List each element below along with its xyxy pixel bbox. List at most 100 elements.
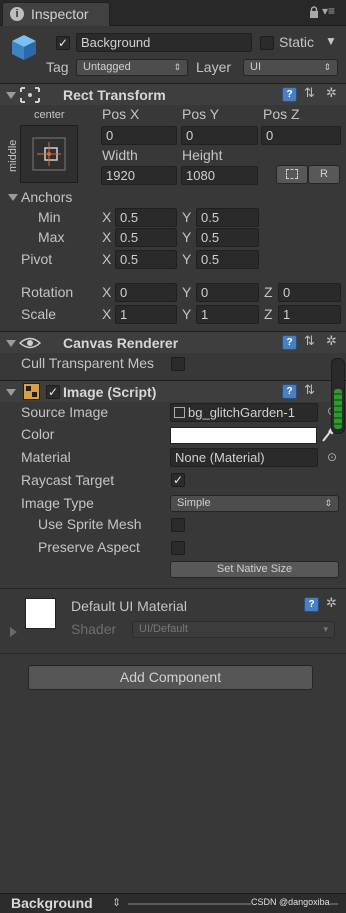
presets-icon[interactable]: ⇅ <box>304 333 315 349</box>
scale-z-input[interactable]: 1 <box>278 305 341 324</box>
object-picker-icon[interactable]: ⊙ <box>327 450 337 464</box>
active-checkbox[interactable]: ✓ <box>56 36 70 50</box>
help-icon[interactable]: ? <box>282 384 297 399</box>
lock-icon[interactable] <box>309 6 319 18</box>
image-script-title: Image (Script) <box>63 384 157 400</box>
pos-y-label: Pos Y <box>182 106 220 122</box>
image-script-header[interactable]: ✓ Image (Script) ? ⇅ <box>0 380 346 402</box>
x-label: X <box>102 209 112 225</box>
static-dropdown-icon[interactable]: ▼ <box>325 34 337 48</box>
material-field[interactable]: None (Material) <box>170 448 318 467</box>
rotation-y-input[interactable]: 0 <box>196 283 259 302</box>
gear-icon[interactable]: ✲ <box>326 595 337 611</box>
anchor-presets-button[interactable] <box>20 125 78 183</box>
foldout-arrow-icon[interactable] <box>6 92 16 99</box>
width-label: Width <box>102 147 138 163</box>
width-input[interactable]: 1920 <box>101 166 177 185</box>
pivot-label: Pivot <box>21 251 53 267</box>
pos-z-label: Pos Z <box>263 106 300 122</box>
pos-y-input[interactable]: 0 <box>181 126 258 145</box>
y-label: Y <box>182 229 192 245</box>
rect-transform-title: Rect Transform <box>63 87 166 103</box>
pivot-y-input[interactable]: 0.5 <box>196 250 259 269</box>
set-native-size-button[interactable]: Set Native Size <box>170 561 339 578</box>
use-sprite-mesh-label: Use Sprite Mesh <box>38 516 142 532</box>
layer-value: UI <box>250 61 261 73</box>
raycast-target-checkbox[interactable]: ✓ <box>171 473 185 487</box>
anchor-max-x-input[interactable]: 0.5 <box>115 228 177 247</box>
rotation-x-input[interactable]: 0 <box>115 283 177 302</box>
selection-label[interactable]: Background <box>11 895 93 911</box>
gear-icon[interactable]: ✲ <box>326 333 337 349</box>
shader-dropdown[interactable]: UI/Default ▾ <box>132 621 335 638</box>
material-foldout-icon[interactable] <box>10 627 17 637</box>
presets-icon[interactable]: ⇅ <box>304 85 315 101</box>
tab-menu-icon[interactable]: ▾≡ <box>322 4 335 18</box>
raw-edit-button[interactable]: R <box>308 165 340 184</box>
max-label: Max <box>38 229 65 245</box>
pos-z-input[interactable]: 0 <box>261 126 341 145</box>
pivot-x-input[interactable]: 0.5 <box>115 250 177 269</box>
help-icon[interactable]: ? <box>282 87 297 102</box>
source-image-value: bg_glitchGarden-1 <box>188 405 295 420</box>
canvas-renderer-header[interactable]: Canvas Renderer ? ⇅ ✲ <box>0 331 346 353</box>
shader-value: UI/Default <box>139 623 188 635</box>
anchor-max-y-input[interactable]: 0.5 <box>196 228 259 247</box>
foldout-arrow-icon[interactable] <box>6 340 16 347</box>
color-swatch[interactable] <box>170 427 317 444</box>
anchors-foldout-icon[interactable] <box>8 194 18 201</box>
scale-x-input[interactable]: 1 <box>115 305 177 324</box>
dropdown-arrow-icon: ▾ <box>323 624 328 634</box>
updown-icon: ⇕ <box>324 498 332 508</box>
material-label: Material <box>21 449 71 465</box>
z-label: Z <box>264 284 273 300</box>
foldout-arrow-icon[interactable] <box>6 389 16 396</box>
tag-dropdown[interactable]: Untagged ⇕ <box>76 59 188 76</box>
preserve-aspect-label: Preserve Aspect <box>38 539 140 555</box>
anchor-min-x-input[interactable]: 0.5 <box>115 208 177 227</box>
scrollbar[interactable] <box>331 358 345 434</box>
image-type-dropdown[interactable]: Simple ⇕ <box>170 495 339 512</box>
y-label: Y <box>182 306 192 322</box>
tab-title: Inspector <box>31 6 89 22</box>
image-type-label: Image Type <box>21 495 94 511</box>
anchor-min-y-input[interactable]: 0.5 <box>196 208 259 227</box>
height-input[interactable]: 1080 <box>181 166 258 185</box>
tag-label: Tag <box>46 59 69 75</box>
scale-y-input[interactable]: 1 <box>196 305 259 324</box>
watermark: CSDN @dangoxiba <box>251 897 330 907</box>
tag-value: Untagged <box>83 61 131 73</box>
tab-inspector[interactable]: i Inspector <box>2 2 110 26</box>
add-component-button[interactable]: Add Component <box>28 665 313 690</box>
separator <box>0 588 346 589</box>
min-label: Min <box>38 209 61 225</box>
help-icon[interactable]: ? <box>282 335 297 350</box>
pos-x-input[interactable]: 0 <box>101 126 177 145</box>
help-icon[interactable]: ? <box>304 597 319 612</box>
image-enabled-checkbox[interactable]: ✓ <box>46 385 60 399</box>
source-image-field[interactable]: bg_glitchGarden-1 <box>170 403 318 422</box>
use-sprite-mesh-checkbox[interactable] <box>171 518 185 532</box>
x-label: X <box>102 306 112 322</box>
x-label: X <box>102 251 112 267</box>
image-type-value: Simple <box>177 497 211 509</box>
x-label: X <box>102 284 112 300</box>
rect-transform-header[interactable]: Rect Transform ? ⇅ ✲ <box>0 83 346 105</box>
y-label: Y <box>182 251 192 267</box>
cull-transparent-checkbox[interactable] <box>171 357 185 371</box>
blueprint-mode-button[interactable] <box>276 165 308 184</box>
anchor-horizontal-label: center <box>34 109 65 121</box>
scrollbar-thumb[interactable] <box>334 389 342 429</box>
layer-dropdown[interactable]: UI ⇕ <box>243 59 338 76</box>
preserve-aspect-checkbox[interactable] <box>171 541 185 555</box>
gameobject-name-input[interactable]: Background <box>76 33 252 52</box>
presets-icon[interactable]: ⇅ <box>304 382 315 398</box>
rotation-z-input[interactable]: 0 <box>278 283 341 302</box>
rect-transform-icon <box>19 86 41 104</box>
gameobject-cube-icon <box>10 33 38 61</box>
gear-icon[interactable]: ✲ <box>326 85 337 101</box>
y-label: Y <box>182 209 192 225</box>
static-checkbox[interactable] <box>260 36 274 50</box>
selection-dropdown-icon[interactable]: ⇕ <box>112 896 121 909</box>
rotation-label: Rotation <box>21 284 74 300</box>
